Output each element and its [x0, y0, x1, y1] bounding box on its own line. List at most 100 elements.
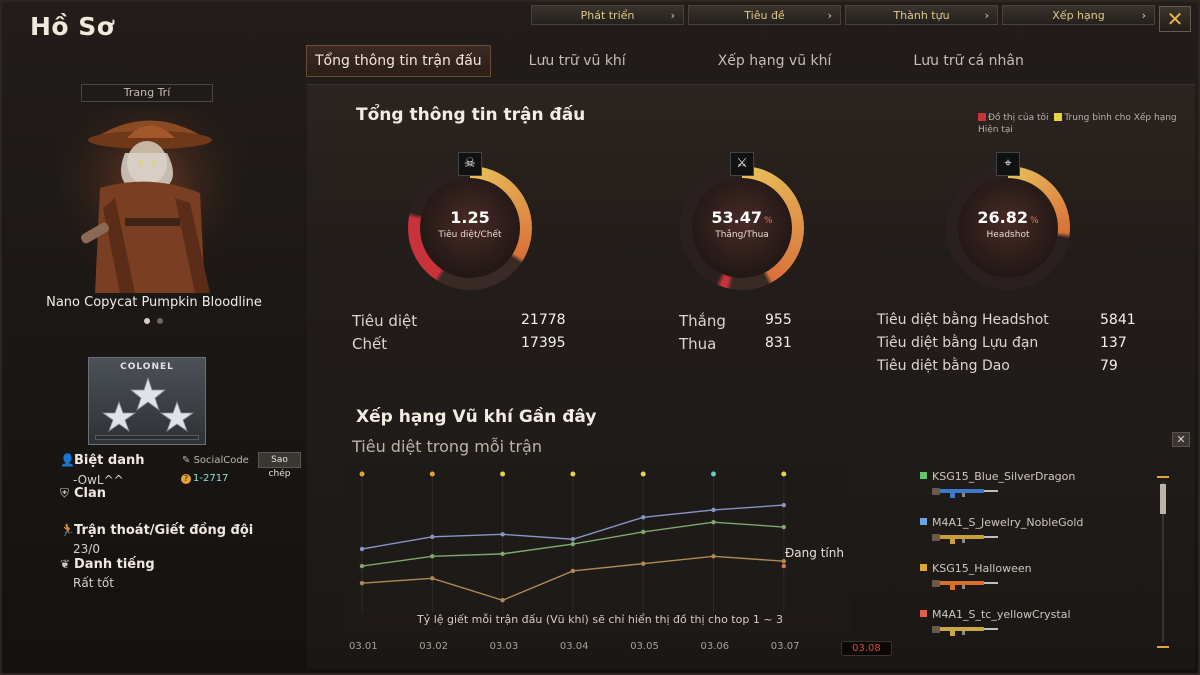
- grenade-kills-value: 137: [1100, 335, 1127, 351]
- x-tick-label: 03.05: [630, 641, 659, 652]
- help-icon[interactable]: ?: [181, 474, 191, 484]
- recent-ranking-title: Xếp hạng Vũ khí Gần đây: [356, 407, 597, 427]
- tab-weapon-ranking[interactable]: Xếp hạng vũ khí: [710, 45, 840, 77]
- kills-per-match-chart: [344, 460, 850, 632]
- skull-icon: ☠: [458, 152, 482, 176]
- weapon-legend-item[interactable]: KSG15_Halloween: [920, 562, 1150, 604]
- data-point[interactable]: [500, 532, 505, 537]
- weapon-color-swatch: [920, 610, 927, 617]
- close-icon: ✕: [1166, 7, 1184, 31]
- deaths-value: 17395: [521, 335, 566, 351]
- kills-value: 21778: [521, 312, 566, 328]
- headshot-value: 26.82%: [946, 208, 1070, 227]
- x-tick-label: 03.03: [489, 641, 519, 652]
- x-tick-current[interactable]: 03.08: [841, 641, 892, 656]
- clan-icon: ⛨: [60, 486, 70, 500]
- crossed-swords-icon: ⚔: [730, 152, 754, 176]
- weapon-legend-item[interactable]: M4A1_S_Jewelry_NobleGold: [920, 516, 1150, 558]
- rank-progress-bar: [95, 435, 199, 440]
- tab-match-summary[interactable]: Tổng thông tin trận đấu: [306, 45, 491, 77]
- weapon-list-scrollbar[interactable]: [1157, 476, 1169, 648]
- weapon-name: M4A1_S_Jewelry_NobleGold: [920, 516, 1150, 529]
- rank-stars-icon: [101, 376, 195, 433]
- nav-ranking-label: Xếp hạng: [1052, 8, 1105, 22]
- carousel-dot[interactable]: [157, 318, 163, 324]
- reputation-label-row: ❦ Danh tiếng: [60, 557, 155, 572]
- scroll-thumb[interactable]: [1160, 484, 1166, 514]
- data-point[interactable]: [359, 563, 365, 569]
- data-point[interactable]: [781, 502, 786, 508]
- data-point[interactable]: [711, 507, 716, 513]
- date-marker: [359, 471, 365, 477]
- crosshair-icon: ⌖: [996, 152, 1020, 176]
- data-point[interactable]: [430, 534, 435, 539]
- data-point[interactable]: [359, 546, 365, 552]
- weapon-icon: [932, 626, 998, 636]
- weapon-color-swatch: [920, 564, 927, 571]
- nickname-label-row: 👤Biệt danh: [60, 453, 145, 468]
- data-point[interactable]: [641, 561, 646, 566]
- carousel-dot[interactable]: [144, 318, 150, 324]
- data-point[interactable]: [711, 554, 716, 559]
- grenade-kills-label: Tiêu diệt bằng Lựu đạn: [877, 335, 1039, 351]
- desertion-label: Trận thoát/Giết đồng đội: [74, 523, 254, 538]
- data-point[interactable]: [570, 541, 576, 547]
- scroll-down-arrow[interactable]: [1157, 642, 1169, 648]
- reputation-label: Danh tiếng: [74, 557, 155, 572]
- character-carousel-dots[interactable]: [144, 318, 163, 324]
- date-marker: [429, 471, 435, 477]
- close-icon: ✕: [1176, 433, 1186, 446]
- legend-avg-swatch: [1054, 113, 1063, 121]
- data-point[interactable]: [781, 524, 786, 530]
- knife-kills-value: 79: [1100, 358, 1118, 374]
- date-marker: [500, 471, 506, 477]
- data-point[interactable]: [359, 580, 365, 586]
- social-code-text: SocialCode: [193, 455, 249, 466]
- weapon-name: M4A1_S_tc_yellowCrystal: [920, 608, 1150, 621]
- reputation-value: Rất tốt: [73, 576, 114, 590]
- social-code-label: ✎ SocialCode: [182, 455, 249, 466]
- data-point[interactable]: [641, 529, 646, 535]
- weapon-icon: [932, 488, 998, 498]
- wins-value: 955: [765, 312, 792, 328]
- tab-personal-archive[interactable]: Lưu trữ cá nhân: [905, 45, 1032, 77]
- plot-background: [344, 460, 850, 632]
- nickname-value: -OwL^^: [73, 473, 124, 487]
- data-point[interactable]: [711, 519, 716, 525]
- nav-ranking-button[interactable]: Xếp hạng ›: [1002, 5, 1155, 25]
- weapon-name-text: KSG15_Halloween: [932, 562, 1032, 575]
- nav-titles-button[interactable]: Tiêu đề ›: [688, 5, 841, 25]
- data-point[interactable]: [781, 563, 786, 569]
- share-icon: ✎: [182, 455, 191, 466]
- window-title: Hồ Sơ: [30, 12, 115, 41]
- data-point[interactable]: [570, 537, 576, 542]
- data-point[interactable]: [430, 576, 435, 581]
- data-point[interactable]: [641, 515, 646, 520]
- data-point[interactable]: [500, 551, 505, 557]
- weapon-legend-item[interactable]: KSG15_Blue_SilverDragon: [920, 470, 1150, 512]
- social-code-number: 1-2717: [193, 473, 229, 484]
- nav-develop-button[interactable]: Phát triển ›: [531, 5, 684, 25]
- winrate-unit: %: [764, 216, 773, 226]
- x-tick-label: 03.01: [349, 641, 378, 652]
- summary-legend: Đồ thị của tôi Trung bình cho Xếp hạng H…: [978, 112, 1178, 136]
- winrate-label: Thắng/Thua: [715, 230, 769, 240]
- nav-achievements-button[interactable]: Thành tựu ›: [845, 5, 998, 25]
- chevron-right-icon: ›: [827, 9, 832, 22]
- data-point[interactable]: [500, 598, 505, 603]
- data-point[interactable]: [430, 554, 435, 559]
- desertion-value: 23/0: [73, 542, 100, 556]
- decoration-label[interactable]: Trang Trí: [81, 84, 213, 102]
- headshot-kills-value: 5841: [1100, 312, 1136, 328]
- chart-close-button[interactable]: ✕: [1172, 432, 1190, 447]
- weapon-color-swatch: [920, 518, 927, 525]
- tab-bar: Tổng thông tin trận đấu Lưu trữ vũ khí X…: [306, 45, 1062, 77]
- data-point[interactable]: [570, 568, 576, 574]
- date-marker: [781, 471, 787, 477]
- tab-weapon-archive[interactable]: Lưu trữ vũ khí: [521, 45, 634, 77]
- desertion-label-row: 🏃Trận thoát/Giết đồng đội: [60, 523, 253, 538]
- copy-button[interactable]: Sao chép: [258, 452, 301, 479]
- weapon-legend-item[interactable]: M4A1_S_tc_yellowCrystal: [920, 608, 1150, 650]
- chevron-right-icon: ›: [1141, 9, 1146, 22]
- close-button[interactable]: ✕: [1159, 6, 1191, 32]
